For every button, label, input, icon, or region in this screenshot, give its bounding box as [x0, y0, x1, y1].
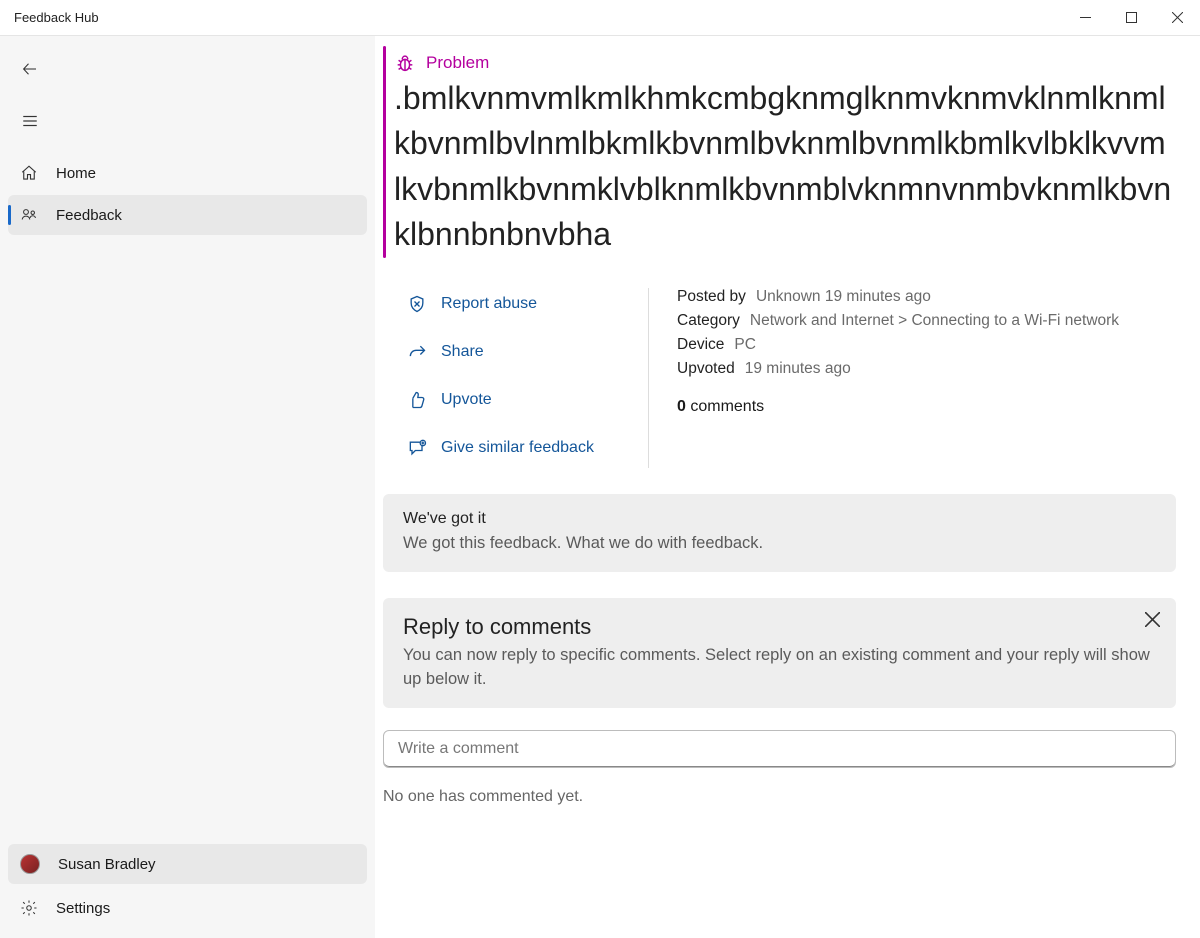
metadata-column: Posted by Unknown 19 minutes ago Categor…	[649, 288, 1176, 468]
window-titlebar: Feedback Hub	[0, 0, 1200, 36]
actions-column: Report abuse Share Upvote	[399, 288, 649, 468]
share-link[interactable]: Share	[399, 342, 648, 362]
sidebar-item-settings[interactable]: Settings	[8, 888, 367, 928]
no-comments-text: No one has commented yet.	[383, 788, 1176, 806]
info-label: Upvoted	[677, 360, 735, 378]
feedback-type-label: Problem	[426, 53, 489, 73]
card-close-button[interactable]	[1145, 612, 1160, 627]
shield-icon	[407, 294, 427, 314]
window-close-button[interactable]	[1154, 0, 1200, 36]
device-row: Device PC	[677, 336, 1176, 354]
info-label: Category	[677, 312, 740, 330]
window-title: Feedback Hub	[0, 10, 99, 25]
gear-icon	[20, 899, 38, 917]
sidebar-item-label: Settings	[56, 900, 110, 917]
sidebar-item-home[interactable]: Home	[8, 153, 367, 193]
feedback-icon	[20, 205, 38, 225]
info-label: Posted by	[677, 288, 746, 306]
back-button[interactable]	[10, 49, 50, 89]
posted-by-row: Posted by Unknown 19 minutes ago	[677, 288, 1176, 306]
main-content: Problem .bmlkvnmvmlkmlkhmkcmbgknmglknmvk…	[375, 36, 1200, 938]
comments-word: comments	[686, 398, 764, 415]
sidebar-user[interactable]: Susan Bradley	[8, 844, 367, 884]
upvote-link[interactable]: Upvote	[399, 390, 648, 410]
info-value: Unknown 19 minutes ago	[756, 288, 931, 306]
feedback-type-row: Problem	[394, 46, 1172, 74]
avatar	[20, 854, 40, 874]
comment-input[interactable]	[383, 730, 1176, 768]
report-abuse-link[interactable]: Report abuse	[399, 294, 648, 314]
upvoted-row: Upvoted 19 minutes ago	[677, 360, 1176, 378]
action-label: Report abuse	[441, 295, 537, 313]
action-label: Share	[441, 343, 484, 361]
window-minimize-button[interactable]	[1062, 0, 1108, 36]
accent-bar	[383, 46, 386, 258]
action-label: Upvote	[441, 391, 492, 409]
status-card: We've got it We got this feedback. What …	[383, 494, 1176, 572]
info-value: PC	[734, 336, 756, 354]
comments-count: 0 comments	[677, 398, 1176, 416]
info-value: 19 minutes ago	[745, 360, 851, 378]
chat-plus-icon	[407, 438, 427, 458]
share-icon	[407, 342, 427, 362]
bug-icon	[394, 52, 416, 74]
give-similar-feedback-link[interactable]: Give similar feedback	[399, 438, 648, 458]
sidebar-item-feedback[interactable]: Feedback	[8, 195, 367, 235]
reply-card-title: Reply to comments	[403, 614, 1156, 640]
sidebar-item-label: Feedback	[56, 207, 122, 224]
thumbs-up-icon	[407, 390, 427, 410]
user-name: Susan Bradley	[58, 856, 156, 873]
status-card-body: We got this feedback. What we do with fe…	[403, 532, 1156, 556]
window-maximize-button[interactable]	[1108, 0, 1154, 36]
info-value: Network and Internet > Connecting to a W…	[750, 312, 1119, 330]
feedback-header: Problem .bmlkvnmvmlkmlkhmkcmbgknmglknmvk…	[375, 46, 1176, 258]
reply-card-body: You can now reply to specific comments. …	[403, 644, 1156, 692]
sidebar: Home Feedback Susan Bradley Settings	[0, 36, 375, 938]
reply-info-card: Reply to comments You can now reply to s…	[383, 598, 1176, 708]
comments-number: 0	[677, 398, 686, 415]
sidebar-item-label: Home	[56, 165, 96, 182]
feedback-title: .bmlkvnmvmlkmlkhmkcmbgknmglknmvknmvklnml…	[394, 76, 1172, 258]
hamburger-menu-button[interactable]	[10, 101, 50, 141]
home-icon	[20, 164, 38, 182]
category-row: Category Network and Internet > Connecti…	[677, 312, 1176, 330]
info-label: Device	[677, 336, 724, 354]
status-card-title: We've got it	[403, 510, 1156, 528]
action-label: Give similar feedback	[441, 439, 594, 457]
